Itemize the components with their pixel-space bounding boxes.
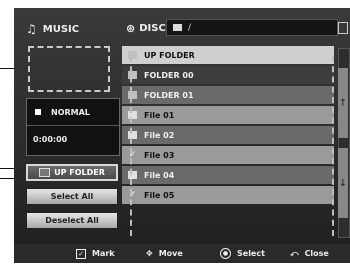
- mark-hint: ✓ Mark: [76, 246, 115, 261]
- select-hint: ● Select: [220, 246, 265, 261]
- up-folder-button[interactable]: UP FOLDER: [26, 164, 118, 181]
- album-art-placeholder: [28, 46, 110, 92]
- stop-icon: [35, 109, 41, 115]
- dpad-icon: ✥: [146, 249, 153, 258]
- playback-status-box: NORMAL 0:00:00: [26, 98, 120, 156]
- path-bar: /: [166, 19, 338, 36]
- scroll-up-button[interactable]: ↑: [338, 68, 348, 138]
- arrow-up-icon: ↑: [338, 97, 348, 109]
- close-hint: ⤺ Close: [290, 248, 329, 259]
- scroll-down-button[interactable]: ↓: [338, 148, 348, 218]
- music-title: ♫ MUSIC: [26, 22, 80, 36]
- playback-mode-row: NORMAL: [27, 99, 119, 126]
- checkbox-icon: ✓: [76, 248, 86, 259]
- disc-icon: ⊛: [126, 22, 136, 35]
- menu-corner-icon: [338, 22, 348, 34]
- folder-icon: [39, 168, 51, 177]
- playback-time-row: 0:00:00: [33, 134, 68, 144]
- music-browser-screen: ♫ MUSIC NORMAL 0:00:00 UP FOLDER Select …: [14, 8, 350, 263]
- list-dashed-frame: [130, 56, 334, 236]
- disc-label: ⊛ DISC: [126, 22, 166, 35]
- deselect-all-button[interactable]: Deselect All: [26, 212, 118, 229]
- move-hint: ✥ Move: [146, 249, 183, 258]
- folder-icon: [173, 24, 182, 31]
- select-icon: ●: [220, 248, 231, 259]
- music-note-icon: ♫: [26, 22, 37, 36]
- back-icon: ⤺: [290, 248, 299, 258]
- arrow-down-icon: ↓: [338, 177, 348, 189]
- select-all-button[interactable]: Select All: [26, 188, 118, 205]
